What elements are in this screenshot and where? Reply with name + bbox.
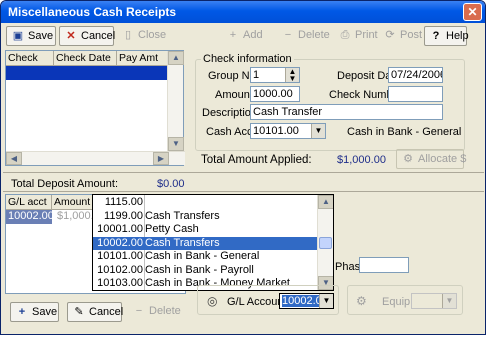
line-delete-button[interactable]: − Delete	[128, 302, 181, 322]
list-item[interactable]: 1115.00	[93, 196, 319, 210]
total-deposit-label: Total Deposit Amount:	[11, 178, 119, 190]
phase-field[interactable]	[359, 257, 409, 273]
chevron-down-icon[interactable]: ▼	[311, 124, 325, 138]
window-title: Miscellaneous Cash Receipts	[8, 5, 177, 19]
scroll-down-icon[interactable]: ▼	[168, 137, 184, 151]
list-item[interactable]: 10101.00 Cash in Bank - General	[93, 250, 319, 264]
list-item[interactable]: 1199.00 Cash Transfers	[93, 210, 319, 224]
chevron-down-icon[interactable]: ▼	[442, 294, 456, 308]
column-header-check-no[interactable]: Check No	[6, 51, 54, 78]
help-button[interactable]: ? Help	[424, 26, 469, 46]
scroll-thumb[interactable]	[319, 237, 332, 249]
receipts-grid[interactable]: Check No Check Date Pay Amt ▲ ▼ ◀ ▶	[5, 50, 185, 166]
line-save-button[interactable]: + Save	[10, 302, 59, 322]
cancel-edit-icon: ✎	[74, 306, 84, 318]
minus-icon: −	[135, 305, 143, 317]
total-deposit-value: $0.00	[157, 178, 185, 190]
equip-dropdown[interactable]: ▼	[411, 293, 457, 309]
cancel-x-icon: ✕	[66, 30, 76, 42]
column-header-pay-amt[interactable]: Pay Amt	[117, 51, 169, 66]
gl-account-dropdown-list[interactable]: 1115.00 1199.00 Cash Transfers 10001.00 Pe…	[92, 194, 334, 291]
question-mark-icon: ?	[432, 30, 440, 42]
list-item[interactable]: 10001.00 Petty Cash	[93, 223, 319, 237]
post-button[interactable]: ⟳ Post	[379, 26, 422, 46]
cash-acct-dropdown[interactable]: 10101.00 ▼	[250, 123, 326, 139]
total-applied-value: $1,000.00	[337, 154, 386, 166]
line-cancel-button[interactable]: ✎ Cancel	[67, 302, 123, 322]
gl-acct-cell[interactable]: 10002.00	[6, 210, 54, 224]
list-item-selected[interactable]: 10002.00 Cash Transfers	[93, 236, 319, 250]
column-header-check-date[interactable]: Check Date	[54, 51, 117, 66]
total-applied-label: Total Amount Applied:	[201, 154, 312, 166]
scroll-up-icon[interactable]: ▲	[318, 195, 333, 209]
cash-receipts-window: Miscellaneous Cash Receipts ✕ ▣ Save ✕ Can…	[0, 0, 486, 335]
amount-field[interactable]: 1000.00	[250, 86, 300, 102]
chevron-down-icon[interactable]: ▼	[319, 294, 333, 308]
column-header-gl-acct[interactable]: G/L acct #	[6, 195, 52, 222]
print-button[interactable]: ⎙ Print	[334, 26, 378, 46]
dropdown-scrollbar[interactable]: ▲ ▼	[317, 195, 333, 290]
plus-icon: +	[229, 29, 237, 41]
description-field[interactable]: Cash Transfer	[250, 104, 443, 120]
scroll-left-icon[interactable]: ◀	[6, 152, 22, 165]
gl-account-icon: ◎	[207, 294, 218, 308]
cancel-button[interactable]: ✕ Cancel	[59, 26, 115, 46]
spinner-up-down-icon[interactable]: ▲ ▼	[285, 68, 299, 82]
equipment-icon: ⚙	[356, 294, 367, 308]
divider	[3, 191, 484, 192]
allocate-button[interactable]: ⚙ Allocate $	[396, 149, 466, 169]
group-no-spinner[interactable]: 1 ▲ ▼	[250, 67, 300, 83]
list-item[interactable]: 10102.00 Cash in Bank - Payroll	[93, 264, 319, 278]
scroll-right-icon[interactable]: ▶	[153, 152, 169, 165]
deposit-date-field[interactable]: 07/24/2006	[388, 67, 443, 83]
close-button[interactable]: ▯ Close	[117, 26, 166, 46]
selected-row[interactable]	[6, 66, 169, 80]
vertical-scrollbar[interactable]: ▲ ▼	[167, 51, 184, 151]
scroll-up-icon[interactable]: ▲	[168, 51, 184, 65]
check-number-field[interactable]	[388, 86, 443, 102]
window-close-button[interactable]: ✕	[463, 3, 482, 21]
delete-button[interactable]: − Delete	[277, 26, 331, 46]
floppy-disk-icon: ▣	[12, 30, 24, 42]
check-information-title: Check information	[201, 53, 294, 65]
cash-acct-name: Cash in Bank - General	[347, 126, 462, 138]
gl-account-field[interactable]: 10002.00 ▼	[279, 293, 334, 309]
divider	[3, 172, 484, 173]
horizontal-scrollbar[interactable]: ◀ ▶	[6, 151, 185, 165]
save-button[interactable]: ▣ Save	[6, 26, 56, 46]
title-bar: Miscellaneous Cash Receipts ✕	[1, 1, 485, 23]
printer-icon: ⎙	[340, 29, 350, 41]
add-button[interactable]: + Add	[222, 26, 272, 46]
minus-icon: −	[284, 29, 292, 41]
equip-label: Equip	[382, 296, 411, 308]
allocate-coins-icon: ⚙	[403, 153, 413, 165]
post-cycle-icon: ⟳	[385, 29, 395, 41]
plus-icon: +	[18, 306, 26, 318]
document-close-icon: ▯	[124, 29, 132, 41]
